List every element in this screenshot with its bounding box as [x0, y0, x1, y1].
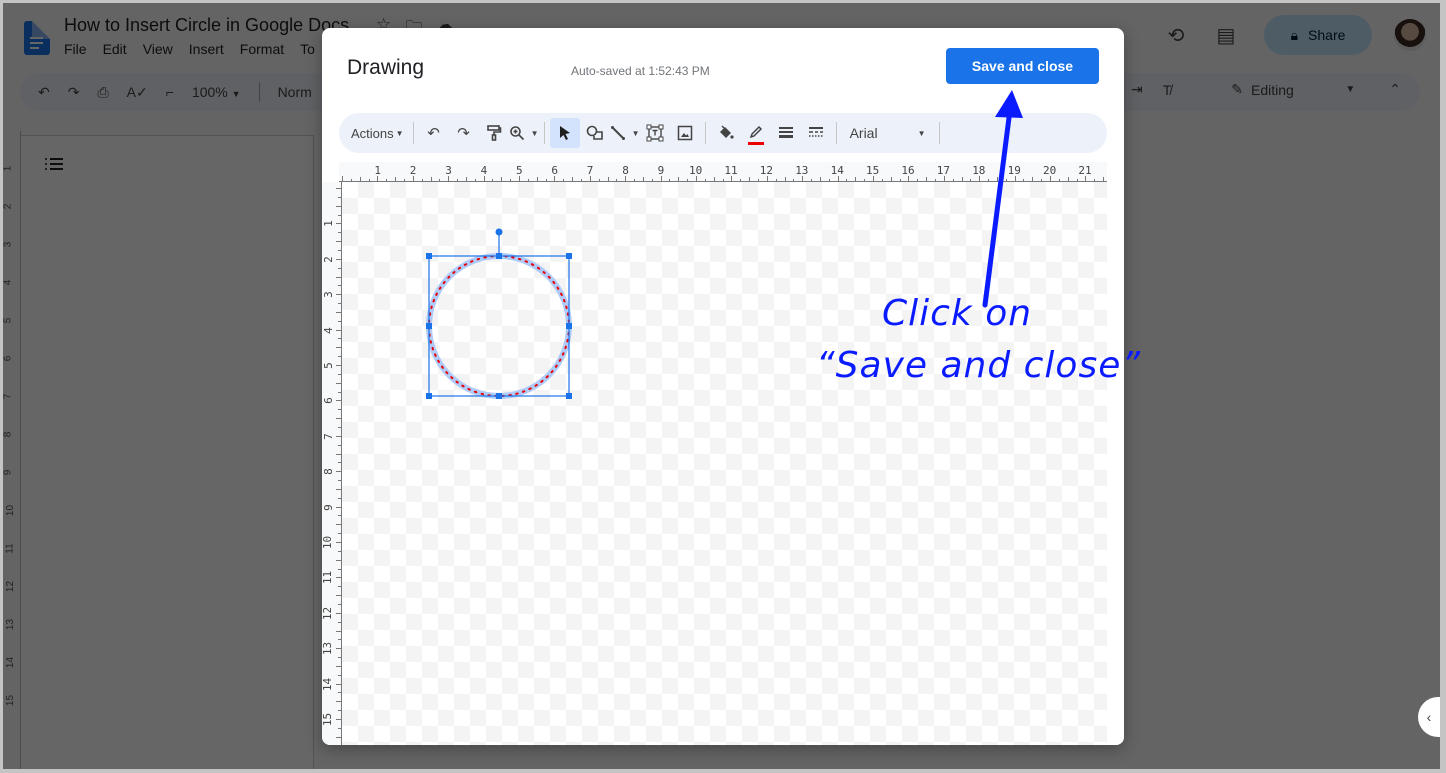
- arrow-shaft: [982, 107, 1013, 308]
- arrow-head: [995, 90, 1023, 118]
- annotation-arrow: [982, 90, 1023, 308]
- annotation-line-2: “Save and close”: [816, 345, 1142, 386]
- annotation-line-1: Click on: [882, 293, 1033, 334]
